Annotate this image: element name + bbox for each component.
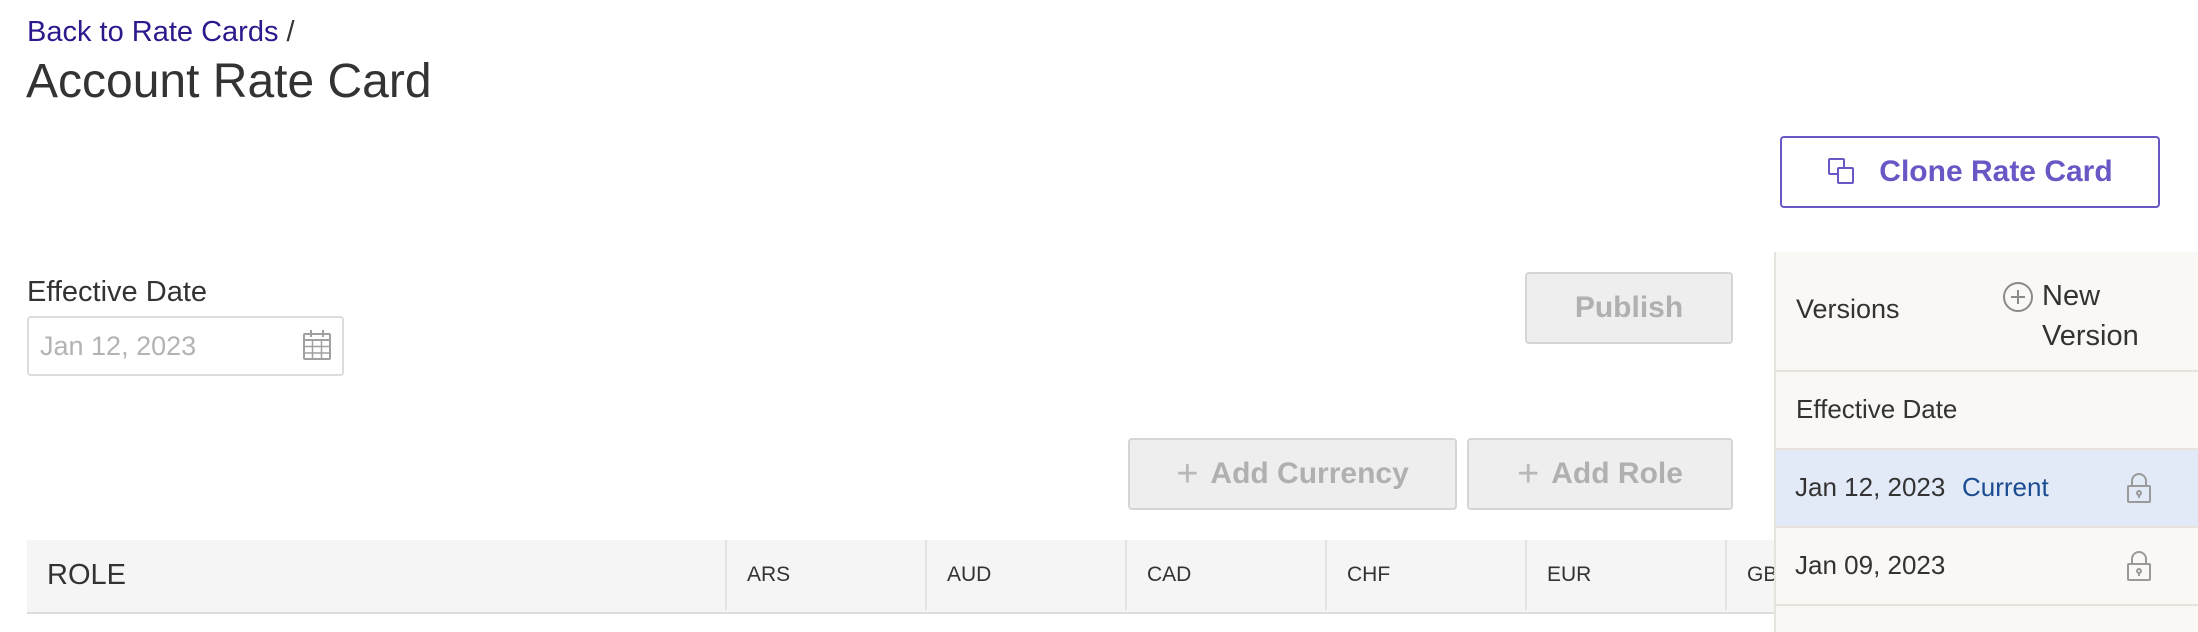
currency-column-header: GBP (1727, 540, 1775, 610)
page-title: Account Rate Card (26, 55, 432, 108)
new-version-label: New Version (2042, 280, 2139, 352)
currency-column-header: CHF (1327, 540, 1527, 610)
currency-column-header: EUR (1527, 540, 1727, 610)
version-date: Jan 12, 2023 (1795, 472, 1946, 502)
add-role-label: Add Role (1551, 457, 1683, 490)
effective-date-column-label: Effective Date (1796, 394, 1958, 424)
plus-icon: + (1517, 453, 1540, 495)
versions-column-header: Effective Date (1776, 372, 2198, 450)
add-currency-button[interactable]: + Add Currency (1128, 438, 1457, 510)
lock-icon (2127, 551, 2151, 581)
add-currency-label: Add Currency (1210, 457, 1409, 490)
clone-rate-card-button[interactable]: Clone Rate Card (1780, 136, 2160, 208)
add-role-button[interactable]: + Add Role (1467, 438, 1733, 510)
versions-header: Versions New Version (1776, 252, 2198, 372)
rate-table: ROLE ARS AUD CAD CHF EUR GBP (27, 540, 1775, 614)
publish-label: Publish (1574, 291, 1684, 324)
role-column-header: ROLE (27, 540, 727, 610)
breadcrumb-separator: / (286, 16, 295, 48)
clone-icon (1828, 158, 1855, 184)
versions-title: Versions (1796, 294, 1900, 324)
version-row[interactable]: Jan 09, 2023 (1776, 528, 2198, 606)
breadcrumb: Back to Rate Cards / (27, 14, 295, 50)
version-row[interactable]: Jan 12, 2023 Current (1776, 450, 2198, 528)
version-date: Jan 09, 2023 (1795, 550, 1946, 580)
currency-column-header: CAD (1127, 540, 1327, 610)
current-badge: Current (1962, 472, 2049, 502)
lock-icon (2127, 473, 2151, 503)
calendar-icon[interactable] (302, 329, 332, 361)
plus-icon: + (1176, 453, 1199, 495)
publish-button[interactable]: Publish (1525, 272, 1733, 344)
table-header: ROLE ARS AUD CAD CHF EUR GBP (27, 540, 1775, 610)
add-circle-icon (2003, 282, 2033, 312)
clone-rate-card-label: Clone Rate Card (1879, 155, 2113, 188)
new-version-button[interactable]: New Version (2003, 276, 2172, 356)
back-to-rate-cards-link[interactable]: Back to Rate Cards (27, 16, 278, 48)
versions-panel: Versions New Version Effective Date Jan … (1774, 252, 2198, 632)
effective-date-label: Effective Date (27, 276, 208, 308)
effective-date-input[interactable] (27, 316, 344, 376)
currency-column-header: AUD (927, 540, 1127, 610)
currency-column-header: ARS (727, 540, 927, 610)
